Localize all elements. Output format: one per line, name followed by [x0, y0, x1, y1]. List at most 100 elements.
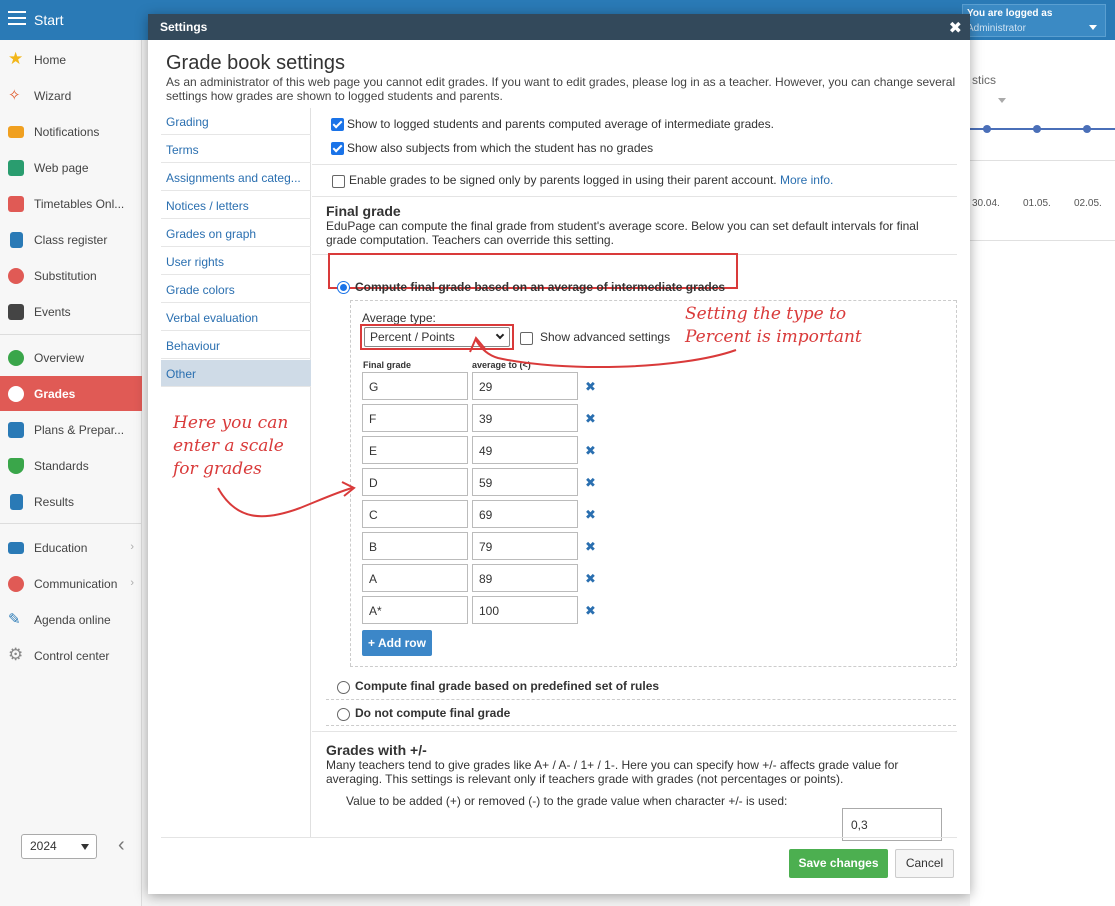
grade-threshold-input[interactable]: 69	[472, 500, 578, 528]
settings-nav-verbal-evaluation[interactable]: Verbal evaluation	[161, 304, 311, 331]
grade-threshold-input[interactable]: 89	[472, 564, 578, 592]
bar-chart-icon	[10, 494, 23, 510]
page-description: As an administrator of this web page you…	[166, 75, 956, 103]
grade-threshold-input[interactable]: 100	[472, 596, 578, 624]
group-border	[350, 300, 956, 301]
sidebar-item-label: Class register	[34, 233, 108, 247]
remove-row-icon[interactable]: ✖	[585, 443, 596, 459]
plus-minus-value-label: Value to be added (+) or removed (-) to …	[346, 794, 788, 808]
no-compute-radio[interactable]	[337, 708, 350, 721]
calendar-icon	[8, 304, 24, 320]
star-icon: ★	[8, 49, 24, 68]
year-select[interactable]: 2024	[21, 834, 97, 859]
person-icon	[8, 268, 24, 284]
date-label: 30.04.	[972, 198, 1000, 209]
sidebar-item-standards[interactable]: Standards	[0, 450, 142, 482]
show-advanced-label: Show advanced settings	[540, 330, 671, 344]
settings-content: Show to logged students and parents comp…	[312, 108, 957, 841]
house-icon	[8, 160, 24, 176]
gear-icon: ⚙	[8, 645, 24, 664]
pencil-icon: ✎	[8, 611, 21, 628]
compute-average-radio[interactable]	[337, 281, 350, 294]
sidebar-item-wizard[interactable]: ✧ Wizard	[0, 80, 142, 112]
enable-signed-text: Enable grades to be signed only by paren…	[349, 173, 777, 187]
remove-row-icon[interactable]: ✖	[585, 507, 596, 523]
grade-name-input[interactable]: A	[362, 564, 468, 592]
remove-row-icon[interactable]: ✖	[585, 411, 596, 427]
remove-row-icon[interactable]: ✖	[585, 379, 596, 395]
sidebar-item-label: Wizard	[34, 89, 72, 103]
sidebar-item-control-center[interactable]: ⚙ Control center	[0, 640, 142, 672]
grade-name-input[interactable]: G	[362, 372, 468, 400]
collapse-sidebar-icon[interactable]: ‹	[118, 834, 125, 857]
plus-minus-title: Grades with +/-	[326, 742, 427, 758]
grade-name-input[interactable]: F	[362, 404, 468, 432]
remove-row-icon[interactable]: ✖	[585, 475, 596, 491]
sidebar-divider	[0, 523, 142, 524]
sidebar-item-class-register[interactable]: Class register	[0, 224, 142, 256]
sidebar-item-communication[interactable]: Communication ›	[0, 568, 142, 600]
plans-icon	[8, 422, 24, 438]
timeline-dot	[1083, 125, 1091, 133]
sidebar-item-plans[interactable]: Plans & Prepar...	[0, 414, 142, 446]
cancel-button[interactable]: Cancel	[895, 849, 954, 878]
sidebar-item-grades[interactable]: Grades	[0, 376, 142, 411]
average-type-select[interactable]: Percent / Points	[364, 327, 510, 347]
sidebar-item-web-page[interactable]: Web page	[0, 152, 142, 184]
sidebar-item-education[interactable]: Education ›	[0, 532, 142, 564]
sidebar-item-home[interactable]: ★ Home	[0, 44, 142, 76]
envelope-icon	[8, 126, 24, 138]
settings-nav-grades-on-graph[interactable]: Grades on graph	[161, 220, 311, 247]
grade-name-input[interactable]: D	[362, 468, 468, 496]
grade-threshold-input[interactable]: 39	[472, 404, 578, 432]
show-average-checkbox[interactable]	[331, 118, 344, 131]
sidebar-item-events[interactable]: Events	[0, 296, 142, 328]
grade-name-input[interactable]: C	[362, 500, 468, 528]
remove-row-icon[interactable]: ✖	[585, 539, 596, 555]
remove-row-icon[interactable]: ✖	[585, 603, 596, 619]
menu-icon[interactable]	[8, 11, 26, 27]
settings-nav-user-rights[interactable]: User rights	[161, 248, 311, 275]
sidebar-item-overview[interactable]: Overview	[0, 342, 142, 374]
sidebar-item-notifications[interactable]: Notifications	[0, 116, 142, 148]
close-icon[interactable]: ✖	[949, 18, 962, 38]
divider	[326, 699, 956, 700]
show-no-grades-checkbox[interactable]	[331, 142, 344, 155]
column-header-average: average to (<)	[472, 360, 531, 370]
settings-nav-grading[interactable]: Grading	[161, 108, 311, 135]
background-panel: stics 30.04. 01.05. 02.05.	[970, 40, 1115, 906]
page-title: Grade book settings	[166, 52, 345, 74]
grade-threshold-input[interactable]: 59	[472, 468, 578, 496]
sidebar-item-results[interactable]: Results	[0, 486, 142, 518]
grade-name-input[interactable]: E	[362, 436, 468, 464]
enable-signed-checkbox[interactable]	[332, 175, 345, 188]
sidebar-item-label: Agenda online	[34, 613, 111, 627]
remove-row-icon[interactable]: ✖	[585, 571, 596, 587]
grade-threshold-input[interactable]: 79	[472, 532, 578, 560]
sidebar-item-timetables[interactable]: Timetables Onl...	[0, 188, 142, 220]
compute-rules-radio[interactable]	[337, 681, 350, 694]
annotation-line: enter a scale	[173, 436, 284, 456]
start-label[interactable]: Start	[34, 12, 64, 28]
add-row-button[interactable]: + Add row	[362, 630, 432, 656]
settings-nav-grade-colors[interactable]: Grade colors	[161, 276, 311, 303]
settings-nav-notices[interactable]: Notices / letters	[161, 192, 311, 219]
save-changes-button[interactable]: Save changes	[789, 849, 888, 878]
settings-nav-terms[interactable]: Terms	[161, 136, 311, 163]
grade-threshold-input[interactable]: 29	[472, 372, 578, 400]
grade-name-input[interactable]: B	[362, 532, 468, 560]
grade-threshold-input[interactable]: 49	[472, 436, 578, 464]
column-header-final-grade: Final grade	[363, 360, 412, 370]
sidebar-item-label: Communication	[34, 577, 118, 591]
settings-nav-assignments[interactable]: Assignments and categ...	[161, 164, 311, 191]
settings-nav-other[interactable]: Other	[161, 360, 311, 387]
more-info-link[interactable]: More info.	[780, 173, 833, 187]
user-account-dropdown[interactable]: You are logged as Administrator	[962, 4, 1106, 37]
register-icon	[10, 232, 23, 248]
grade-name-input[interactable]: A*	[362, 596, 468, 624]
sidebar-item-agenda[interactable]: ✎ Agenda online	[0, 604, 142, 636]
show-advanced-checkbox[interactable]	[520, 332, 533, 345]
timeline-dot	[983, 125, 991, 133]
sidebar-item-substitution[interactable]: Substitution	[0, 260, 142, 292]
settings-nav-behaviour[interactable]: Behaviour	[161, 332, 311, 359]
